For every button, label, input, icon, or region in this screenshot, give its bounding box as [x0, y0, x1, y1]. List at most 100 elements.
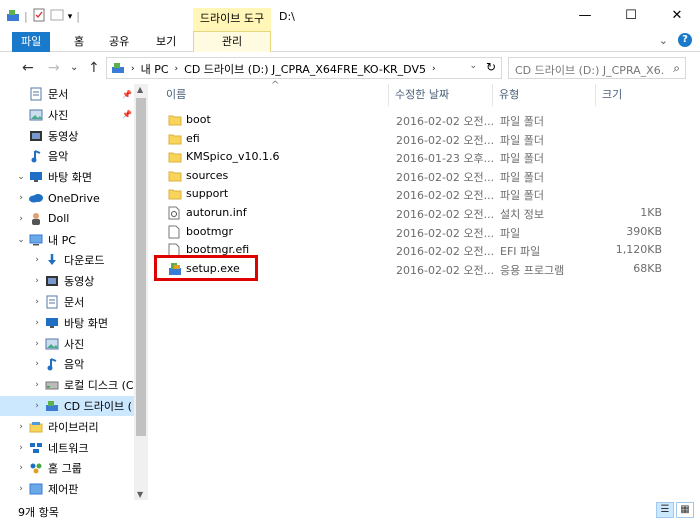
file-date: 2016-02-02 오전...	[396, 170, 495, 184]
sidebar-item[interactable]: › 제어판	[0, 479, 134, 499]
desktop-icon	[44, 316, 60, 330]
expand-chevron-icon[interactable]: ›	[16, 214, 26, 224]
large-icons-view-button[interactable]: ▦	[676, 502, 694, 518]
file-row[interactable]: boot 2016-02-02 오전... 파일 폴더	[160, 111, 670, 129]
file-type: 파일 폴더	[500, 133, 544, 147]
sidebar-item[interactable]: ⌄ 바탕 화면	[0, 167, 134, 187]
expand-chevron-icon[interactable]: ›	[16, 484, 26, 494]
sidebar-item[interactable]: › CD 드라이브 (	[0, 396, 134, 416]
tab-home[interactable]: 홈	[66, 32, 92, 52]
address-dropdown-icon[interactable]: ⌄	[469, 61, 477, 71]
drive-app-icon	[6, 8, 20, 25]
scroll-down-icon[interactable]: ▼	[137, 490, 143, 499]
file-row[interactable]: KMSpico_v10.1.6 2016-01-23 오후... 파일 폴더	[160, 148, 670, 166]
breadcrumb-cd-drive[interactable]: CD 드라이브 (D:) J_CPRA_X64FRE_KO-KR_DV5	[184, 61, 426, 77]
homegroup-icon	[28, 461, 44, 475]
up-button[interactable]: ↑	[88, 60, 100, 76]
sidebar-item[interactable]: › Doll	[0, 209, 134, 229]
file-row[interactable]: efi 2016-02-02 오전... 파일 폴더	[160, 130, 670, 148]
file-type: 파일 폴더	[500, 170, 544, 184]
column-header-size[interactable]: 크기	[596, 84, 686, 106]
settings-file-icon	[168, 206, 182, 220]
sidebar-item-label: 바탕 화면	[48, 171, 92, 185]
file-row[interactable]: support 2016-02-02 오전... 파일 폴더	[160, 185, 670, 203]
sidebar-item[interactable]: › 다운로드	[0, 250, 134, 270]
tab-manage[interactable]: 관리	[193, 32, 271, 52]
sort-ascending-icon: ^	[271, 80, 280, 91]
file-name: efi	[186, 131, 200, 145]
refresh-icon[interactable]: ↻	[486, 60, 496, 74]
search-box[interactable]: CD 드라이브 (D:) J_CPRA_X6... ⌕	[508, 57, 686, 79]
pin-icon[interactable]: 📌	[122, 90, 132, 99]
sidebar-item[interactable]: › 로컬 디스크 (C	[0, 375, 134, 395]
file-row[interactable]: sources 2016-02-02 오전... 파일 폴더	[160, 167, 670, 185]
close-button[interactable]: ✕	[654, 0, 700, 32]
file-date: 2016-02-02 오전...	[396, 133, 495, 147]
details-view-button[interactable]: ☰	[656, 502, 674, 518]
network-icon	[28, 441, 44, 455]
help-icon[interactable]: ?	[678, 33, 692, 47]
address-bar[interactable]: › 내 PC › CD 드라이브 (D:) J_CPRA_X64FRE_KO-K…	[106, 57, 502, 79]
breadcrumb-pc[interactable]: 내 PC	[141, 61, 169, 77]
maximize-button[interactable]: ☐	[608, 0, 654, 32]
expand-ribbon-icon[interactable]: ⌄	[659, 34, 668, 47]
sidebar-item[interactable]: › 문서	[0, 292, 134, 312]
folder-icon	[168, 169, 182, 182]
sidebar-item-label: 문서	[48, 88, 69, 101]
sidebar-item[interactable]: ⌄ 내 PC	[0, 230, 134, 250]
search-icon[interactable]: ⌕	[673, 61, 680, 76]
scrollbar-thumb[interactable]	[136, 98, 146, 436]
forward-button[interactable]: →	[48, 60, 60, 76]
expand-chevron-icon[interactable]: ›	[32, 318, 42, 328]
sidebar-item[interactable]: › 네트워크	[0, 438, 134, 458]
properties-icon[interactable]	[32, 8, 46, 25]
file-type: 파일	[500, 226, 521, 240]
expand-chevron-icon[interactable]: ›	[32, 359, 42, 369]
expand-chevron-icon[interactable]: ›	[32, 380, 42, 390]
sidebar-item[interactable]: 음악	[0, 146, 134, 166]
sidebar-item[interactable]: 사진 📌	[0, 105, 134, 125]
collapse-chevron-icon[interactable]: ⌄	[16, 235, 26, 245]
expand-chevron-icon[interactable]: ›	[32, 401, 42, 411]
sidebar-item[interactable]: 동영상	[0, 126, 134, 146]
tab-share[interactable]: 공유	[101, 32, 137, 52]
expand-chevron-icon[interactable]: ›	[16, 463, 26, 473]
sidebar-item[interactable]: › 바탕 화면	[0, 313, 134, 333]
file-type: 설치 정보	[500, 208, 544, 221]
pin-icon[interactable]: 📌	[122, 110, 132, 119]
sidebar-item[interactable]: › 동영상	[0, 271, 134, 291]
expand-chevron-icon[interactable]: ›	[16, 422, 26, 432]
expand-chevron-icon[interactable]: ›	[16, 193, 26, 203]
expand-chevron-icon[interactable]: ›	[32, 276, 42, 286]
sidebar-item[interactable]: › OneDrive	[0, 188, 134, 208]
file-name: boot	[186, 113, 211, 126]
sidebar-item[interactable]: › 사진	[0, 334, 134, 354]
file-type: 파일 폴더	[500, 115, 544, 128]
expand-chevron-icon[interactable]: ›	[32, 297, 42, 307]
tab-view[interactable]: 보기	[148, 32, 184, 52]
folder-icon	[168, 187, 182, 200]
navigation-pane-scrollbar[interactable]: ▲ ▼	[134, 84, 148, 500]
collapse-chevron-icon[interactable]: ⌄	[16, 172, 26, 182]
videos-icon	[44, 274, 60, 288]
sidebar-item[interactable]: › 홈 그룹	[0, 458, 134, 478]
expand-chevron-icon[interactable]: ›	[16, 443, 26, 453]
scroll-up-icon[interactable]: ▲	[137, 85, 143, 94]
file-row[interactable]: bootmgr 2016-02-02 오전... 파일 390KB	[160, 223, 670, 241]
expand-chevron-icon[interactable]: ›	[32, 339, 42, 349]
new-folder-icon[interactable]	[50, 8, 64, 25]
file-name: autorun.inf	[186, 206, 247, 219]
pc-icon	[28, 233, 44, 247]
file-row[interactable]: autorun.inf 2016-02-02 오전... 설치 정보 1KB	[160, 204, 670, 222]
back-button[interactable]: ←	[22, 60, 34, 76]
tab-file[interactable]: 파일	[12, 32, 51, 52]
sidebar-item[interactable]: › 라이브러리	[0, 417, 134, 437]
expand-chevron-icon[interactable]: ›	[32, 255, 42, 265]
sidebar-item[interactable]: › 음악	[0, 354, 134, 374]
column-header-date[interactable]: 수정한 날짜	[389, 84, 493, 106]
column-header-type[interactable]: 유형	[493, 84, 596, 106]
qat-dropdown-icon[interactable]: ▾	[68, 12, 73, 22]
recent-locations-button[interactable]: ⌄	[70, 62, 78, 73]
minimize-button[interactable]: —	[562, 0, 608, 32]
sidebar-item[interactable]: 문서 📌	[0, 84, 134, 104]
